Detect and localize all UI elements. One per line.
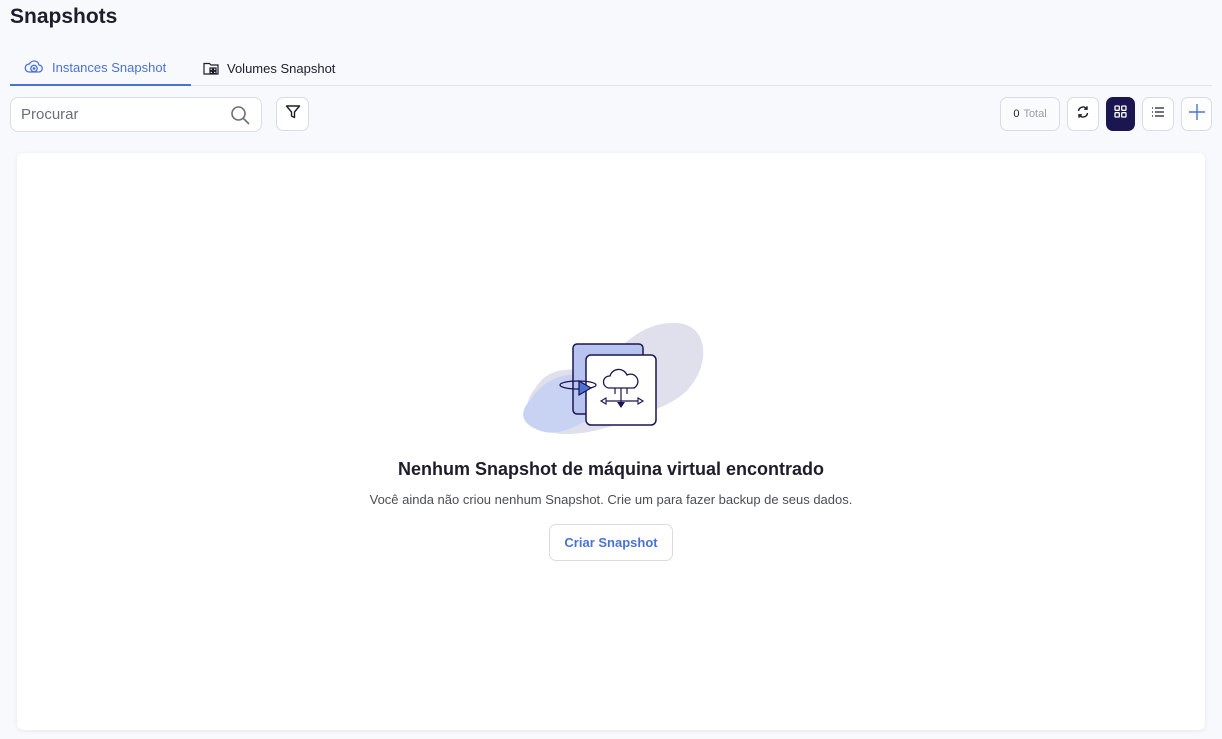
search-box	[10, 97, 262, 132]
total-label: Total	[1023, 108, 1047, 120]
plus-icon	[1188, 103, 1206, 126]
tab-volumes-snapshot[interactable]: Volumes Snapshot	[203, 50, 335, 86]
empty-state-title: Nenhum Snapshot de máquina virtual encon…	[397, 459, 825, 479]
create-snapshot-button[interactable]: Criar Snapshot	[549, 524, 673, 561]
search-input[interactable]	[21, 106, 229, 123]
refresh-icon	[1076, 105, 1090, 124]
grid-view-button[interactable]	[1106, 97, 1135, 131]
total-count: 0	[1013, 108, 1020, 120]
list-icon	[1151, 105, 1165, 123]
add-button[interactable]	[1181, 97, 1212, 131]
refresh-button[interactable]	[1067, 97, 1099, 131]
filter-button[interactable]	[276, 97, 309, 131]
empty-state-card: Nenhum Snapshot de máquina virtual encon…	[17, 153, 1205, 730]
list-view-button[interactable]	[1142, 97, 1174, 131]
tab-instances-snapshot[interactable]: Instances Snapshot	[10, 50, 191, 86]
filter-icon	[285, 104, 301, 125]
empty-state-subtitle: Você ainda não criou nenhum Snapshot. Cr…	[369, 492, 853, 507]
page-title: Snapshots	[10, 5, 118, 28]
snapshot-tabs: Instances Snapshot Volumes Snapshot	[10, 50, 1212, 86]
tab-label: Instances Snapshot	[52, 59, 167, 75]
empty-snapshot-illustration	[516, 321, 708, 444]
search-icon[interactable]	[229, 104, 251, 126]
folder-grid-icon	[203, 61, 219, 76]
tab-label: Volumes Snapshot	[227, 60, 336, 76]
snapshots-page: Snapshots Instances Snapshot Volumes Sna…	[0, 0, 1222, 739]
cloud-plus-icon	[24, 58, 44, 76]
grid-icon	[1114, 105, 1127, 123]
total-count-badge: 0 Total	[1000, 97, 1060, 131]
